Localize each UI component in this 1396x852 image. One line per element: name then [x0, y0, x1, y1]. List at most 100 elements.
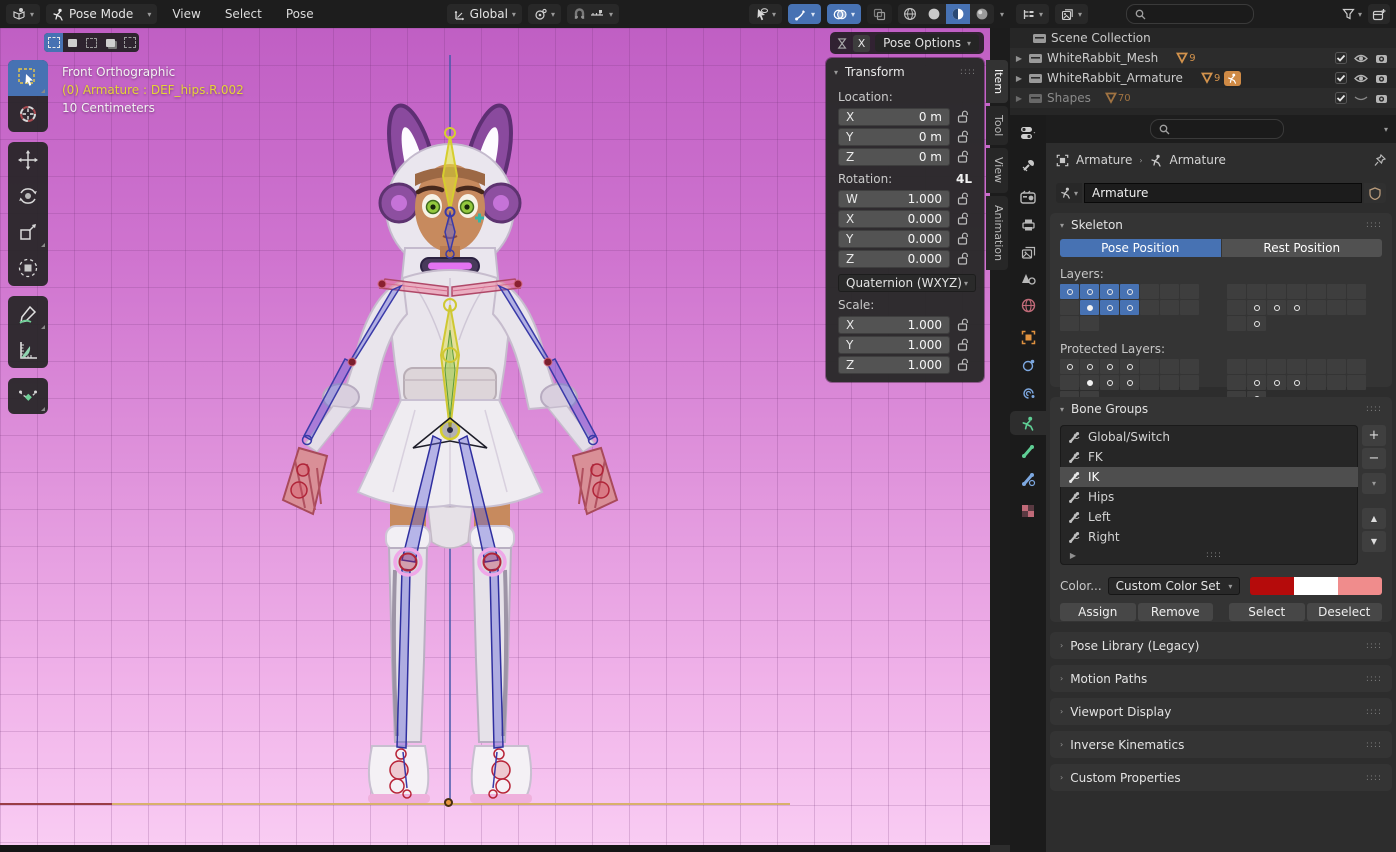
orientation-dropdown[interactable]: Global ▾ — [447, 4, 522, 24]
bone-layer-cell[interactable] — [1267, 284, 1286, 299]
bone-layer-cell[interactable] — [1100, 359, 1119, 374]
menu-view[interactable]: View — [163, 4, 209, 24]
tab-render[interactable] — [1010, 185, 1046, 209]
breadcrumb-object[interactable]: Armature — [1076, 153, 1132, 167]
tab-tool-properties[interactable] — [1010, 153, 1046, 177]
color-set-dropdown[interactable]: Custom Color Set▾ — [1108, 577, 1241, 595]
skeleton-panel-header[interactable]: ▾ Skeleton :::: — [1050, 213, 1392, 237]
eye-closed-icon[interactable] — [1354, 93, 1368, 104]
bone-layer-cell[interactable] — [1160, 359, 1179, 374]
bone-layer-cell[interactable] — [1227, 284, 1246, 299]
tab-bone-constraint[interactable] — [1010, 467, 1046, 491]
bone-layer-cell[interactable] — [1247, 316, 1266, 331]
tool-pose-breakdowner[interactable] — [8, 378, 48, 414]
checkbox-icon[interactable] — [1335, 52, 1347, 64]
bone-layer-cell[interactable] — [1267, 359, 1286, 374]
outliner-row-scene-collection[interactable]: Scene Collection — [1010, 28, 1396, 48]
bone-layer-cell[interactable] — [1120, 300, 1139, 315]
bone-layer-cell[interactable] — [1080, 300, 1099, 315]
camera-restrict-icon[interactable] — [1375, 93, 1388, 104]
bone-layer-cell[interactable] — [1080, 284, 1099, 299]
viewport-3d[interactable]: Front Orthographic (0) Armature : DEF_hi… — [0, 28, 990, 845]
tab-scene[interactable] — [1010, 267, 1046, 291]
overlays-toggle[interactable]: ▾ — [827, 4, 861, 24]
tool-move[interactable] — [8, 142, 48, 178]
bone-layer-cell[interactable] — [1140, 284, 1159, 299]
bone-layer-cell[interactable] — [1120, 284, 1139, 299]
panel-grip-icon[interactable]: :::: — [1366, 674, 1382, 684]
bone-layer-cell[interactable] — [1327, 284, 1346, 299]
bone-layer-cell[interactable] — [1060, 359, 1079, 374]
panel-grip-icon[interactable]: :::: — [960, 67, 976, 77]
swatch-normal[interactable] — [1250, 577, 1294, 595]
camera-restrict-icon[interactable] — [1375, 73, 1388, 84]
outliner-editor-type-button[interactable]: ▾ — [1016, 4, 1049, 24]
panel-grip-icon[interactable]: :::: — [1366, 707, 1382, 717]
tab-constraints[interactable] — [1010, 381, 1046, 405]
select-button[interactable]: Select — [1229, 603, 1305, 621]
bone-layer-cell[interactable] — [1307, 375, 1326, 390]
lock-icon[interactable] — [950, 150, 976, 163]
tool-select-box[interactable] — [8, 60, 48, 96]
tool-scale[interactable] — [8, 214, 48, 250]
location-x-field[interactable]: X0 m — [838, 108, 950, 126]
bone-group-item[interactable]: Hips — [1060, 487, 1358, 507]
select-set-button[interactable] — [44, 33, 63, 52]
tab-view-layer[interactable] — [1010, 241, 1046, 265]
lock-icon[interactable] — [950, 232, 976, 245]
bone-group-specials-button[interactable]: ▾ — [1362, 473, 1386, 494]
checkbox-icon[interactable] — [1335, 92, 1347, 104]
character-model[interactable] — [255, 100, 645, 810]
panel-grip-icon[interactable]: :::: — [1366, 220, 1382, 230]
panel-grip-icon[interactable]: :::: — [1366, 773, 1382, 783]
new-collection-button[interactable] — [1368, 4, 1390, 24]
bone-layer-cell[interactable] — [1347, 300, 1366, 315]
bone-layer-cell[interactable] — [1287, 284, 1306, 299]
scale-x-field[interactable]: X1.000 — [838, 316, 950, 334]
location-y-field[interactable]: Y0 m — [838, 128, 950, 146]
pose-options-dropdown[interactable]: Pose Options ▾ — [875, 34, 979, 52]
bone-layer-cell[interactable] — [1120, 375, 1139, 390]
bone-layer-cell[interactable] — [1140, 375, 1159, 390]
rotation-y-field[interactable]: Y0.000 — [838, 230, 950, 248]
snap-controls[interactable]: ▾ — [567, 4, 619, 24]
assign-button[interactable]: Assign — [1060, 603, 1136, 621]
properties-search[interactable] — [1150, 119, 1284, 139]
lock-icon[interactable] — [950, 358, 976, 371]
bone-layer-cell[interactable] — [1160, 300, 1179, 315]
remove-button[interactable]: Remove — [1138, 603, 1214, 621]
bone-layer-cell[interactable] — [1160, 284, 1179, 299]
outliner-row-shapes[interactable]: ▶ Shapes 70 — [1010, 88, 1396, 108]
bone-layer-cell[interactable] — [1100, 300, 1119, 315]
rotation-z-field[interactable]: Z0.000 — [838, 250, 950, 268]
add-bone-group-button[interactable]: + — [1362, 425, 1386, 446]
select-subtract-button[interactable] — [82, 33, 101, 52]
lock-icon[interactable] — [950, 212, 976, 225]
checkbox-icon[interactable] — [1335, 72, 1347, 84]
bone-layer-cell[interactable] — [1247, 359, 1266, 374]
tab-bone[interactable] — [1010, 439, 1046, 463]
bone-layer-cell[interactable] — [1327, 375, 1346, 390]
bone-groups-header[interactable]: ▾ Bone Groups :::: — [1050, 397, 1392, 421]
select-intersect-button[interactable] — [120, 33, 139, 52]
panel-grip-icon[interactable]: :::: — [1366, 641, 1382, 651]
expand-icon[interactable]: ▶ — [1014, 74, 1024, 83]
outliner-filter-button[interactable]: ▾ — [1342, 8, 1362, 20]
bone-layer-cell[interactable] — [1247, 375, 1266, 390]
outliner-display-mode-button[interactable]: ▾ — [1055, 4, 1088, 24]
bone-layer-cell[interactable] — [1307, 284, 1326, 299]
lock-icon[interactable] — [950, 110, 976, 123]
lock-icon[interactable] — [950, 338, 976, 351]
bone-layer-cell[interactable] — [1247, 300, 1266, 315]
panel-motion-paths[interactable]: ›Motion Paths:::: — [1050, 665, 1392, 692]
bone-layer-cell[interactable] — [1060, 316, 1079, 331]
tool-measure[interactable] — [8, 332, 48, 368]
panel-pose-library[interactable]: ›Pose Library (Legacy):::: — [1050, 632, 1392, 659]
bone-layer-cell[interactable] — [1080, 375, 1099, 390]
breadcrumb-data[interactable]: Armature — [1170, 153, 1226, 167]
tab-item[interactable]: Item — [986, 60, 1008, 103]
tab-world[interactable] — [1010, 293, 1046, 317]
expand-icon[interactable]: ▶ — [1014, 94, 1024, 103]
bone-group-item[interactable]: Right — [1060, 527, 1358, 547]
shading-wireframe-button[interactable] — [898, 4, 922, 24]
